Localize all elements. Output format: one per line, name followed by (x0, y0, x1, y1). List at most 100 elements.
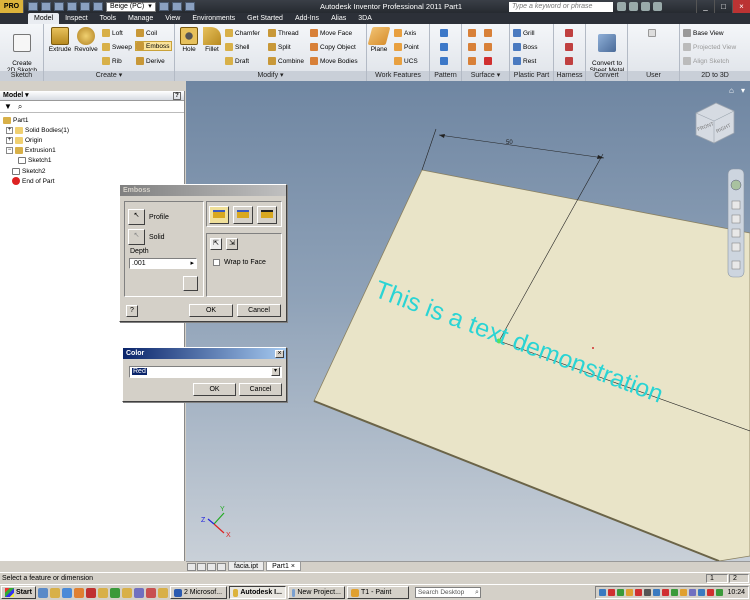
coil-button[interactable]: Coil (136, 28, 157, 38)
modify-panel-label[interactable]: Modify ▾ (175, 71, 366, 81)
point-button[interactable]: Point (394, 42, 419, 52)
tab-manage[interactable]: Manage (122, 13, 159, 24)
minimize-button[interactable]: _ (696, 0, 714, 13)
color-select[interactable]: Red ▾ (129, 366, 282, 378)
project-icon[interactable] (184, 2, 195, 11)
color-cancel-button[interactable]: Cancel (239, 383, 282, 396)
tab-inspect[interactable]: Inspect (59, 13, 94, 24)
combine-button[interactable]: Combine (268, 56, 304, 66)
stitch-button[interactable] (468, 42, 476, 52)
ok-button[interactable]: OK (189, 304, 233, 317)
tree-item-part1[interactable]: Part1 (3, 115, 29, 125)
function-icon[interactable] (158, 2, 169, 11)
subscription-icon[interactable] (629, 2, 638, 11)
tree-item-solid-bodies[interactable]: + Solid Bodies(1) (6, 125, 69, 135)
prev-document-icon[interactable] (207, 562, 216, 571)
tray-icon[interactable] (599, 589, 607, 596)
direction-left-button[interactable]: ⇱ (210, 238, 222, 250)
fillet-button[interactable]: Fillet (201, 27, 223, 53)
user-command-button[interactable] (648, 28, 656, 38)
direction-right-button[interactable]: ⇲ (226, 238, 238, 250)
tree-item-end-of-part[interactable]: End of Part (12, 176, 55, 186)
cascade-windows-icon[interactable] (197, 562, 206, 571)
rib-button[interactable]: Rib (102, 56, 122, 66)
quicklaunch-app-icon[interactable] (73, 587, 84, 598)
thicken-button[interactable] (468, 28, 476, 38)
help-icon[interactable] (653, 2, 662, 11)
star-icon[interactable] (641, 2, 650, 11)
close-button[interactable]: × (275, 350, 284, 358)
search-icon[interactable]: ⌕ (475, 588, 479, 597)
tray-icon[interactable] (617, 589, 625, 596)
tray-icon[interactable] (608, 589, 616, 596)
derive-button[interactable]: Derive (136, 56, 165, 66)
close-button[interactable]: × (732, 0, 750, 13)
home-icon[interactable]: ⌂ (729, 86, 734, 95)
pan-icon[interactable] (731, 200, 741, 210)
split-button[interactable]: Split (268, 42, 291, 52)
viewcube-menu-icon[interactable]: ▾ (741, 86, 745, 95)
task-paint[interactable]: T1 - Paint (346, 586, 409, 599)
find-icon[interactable]: ⌕ (18, 102, 22, 112)
select-icon[interactable] (93, 2, 103, 11)
tab-environments[interactable]: Environments (186, 13, 241, 24)
zoom-icon[interactable] (731, 214, 741, 224)
harness-tool-2-button[interactable] (565, 42, 573, 52)
harness-tool-1-button[interactable] (565, 28, 573, 38)
undo-icon[interactable] (67, 2, 77, 11)
profile-selector-button[interactable]: ↖ (128, 209, 145, 225)
surface-panel-label[interactable]: Surface ▾ (462, 71, 509, 81)
tree-item-sketch1[interactable]: Sketch1 (18, 155, 52, 165)
cancel-button[interactable]: Cancel (237, 304, 281, 317)
mirror-button[interactable] (440, 56, 448, 66)
copy-object-button[interactable]: Copy Object (310, 42, 356, 52)
sculpt-button[interactable] (468, 56, 476, 66)
quicklaunch-app-icon[interactable] (157, 587, 168, 598)
quicklaunch-desktop-icon[interactable] (61, 587, 72, 598)
tile-windows-icon[interactable] (187, 562, 196, 571)
tab-model[interactable]: Model (28, 13, 60, 24)
expand-icon[interactable]: + (6, 136, 13, 144)
top-face-color-button[interactable] (183, 276, 198, 291)
close-icon[interactable]: × (291, 563, 295, 570)
doc-tab-facia[interactable]: facia.ipt (228, 562, 265, 571)
quicklaunch-ie-icon[interactable] (37, 587, 48, 598)
engrave-from-face-button[interactable] (233, 206, 253, 224)
base-view-button[interactable]: Base View (683, 28, 724, 38)
revolve-button[interactable]: Revolve (73, 27, 99, 53)
boss-button[interactable]: Boss (513, 42, 537, 52)
task-autodesk-inventor[interactable]: Autodesk I... (228, 586, 286, 599)
save-icon[interactable] (54, 2, 64, 11)
filter-icon[interactable]: ▼ (4, 102, 12, 111)
create-panel-label[interactable]: Create ▾ (44, 71, 174, 81)
tab-tools[interactable]: Tools (94, 13, 122, 24)
update-icon[interactable] (171, 2, 182, 11)
help-icon[interactable]: ? (173, 92, 181, 100)
tree-item-extrusion1[interactable]: − Extrusion1 (6, 145, 56, 155)
orbit-icon[interactable] (731, 228, 741, 238)
binoculars-icon[interactable] (617, 2, 626, 11)
volume-icon[interactable] (716, 589, 724, 596)
draft-button[interactable]: Draft (225, 56, 249, 66)
tree-item-sketch2[interactable]: Sketch2 (12, 166, 46, 176)
steering-wheel-icon[interactable] (730, 179, 742, 191)
color-ok-button[interactable]: OK (193, 383, 236, 396)
shell-button[interactable]: Shell (225, 42, 249, 52)
sweep-button[interactable]: Sweep (102, 42, 132, 52)
thread-button[interactable]: Thread (268, 28, 299, 38)
clock[interactable]: 10:24 (727, 589, 745, 596)
quicklaunch-app-icon[interactable] (121, 587, 132, 598)
tab-alias[interactable]: Alias (325, 13, 352, 24)
tray-icon[interactable] (680, 589, 688, 596)
tray-icon[interactable] (626, 589, 634, 596)
rectangular-pattern-button[interactable] (440, 28, 448, 38)
tree-item-origin[interactable]: + Origin (6, 135, 42, 145)
wrap-to-face-checkbox[interactable] (213, 259, 220, 266)
quicklaunch-app-icon[interactable] (97, 587, 108, 598)
tab-3da[interactable]: 3DA (352, 13, 378, 24)
help-button[interactable]: ? (126, 305, 138, 317)
quicklaunch-app-icon[interactable] (133, 587, 144, 598)
trim-button[interactable] (484, 42, 492, 52)
appearance-combo[interactable]: Beige (PC) ▾ (106, 1, 156, 12)
application-menu-button[interactable]: PRO (0, 0, 24, 13)
